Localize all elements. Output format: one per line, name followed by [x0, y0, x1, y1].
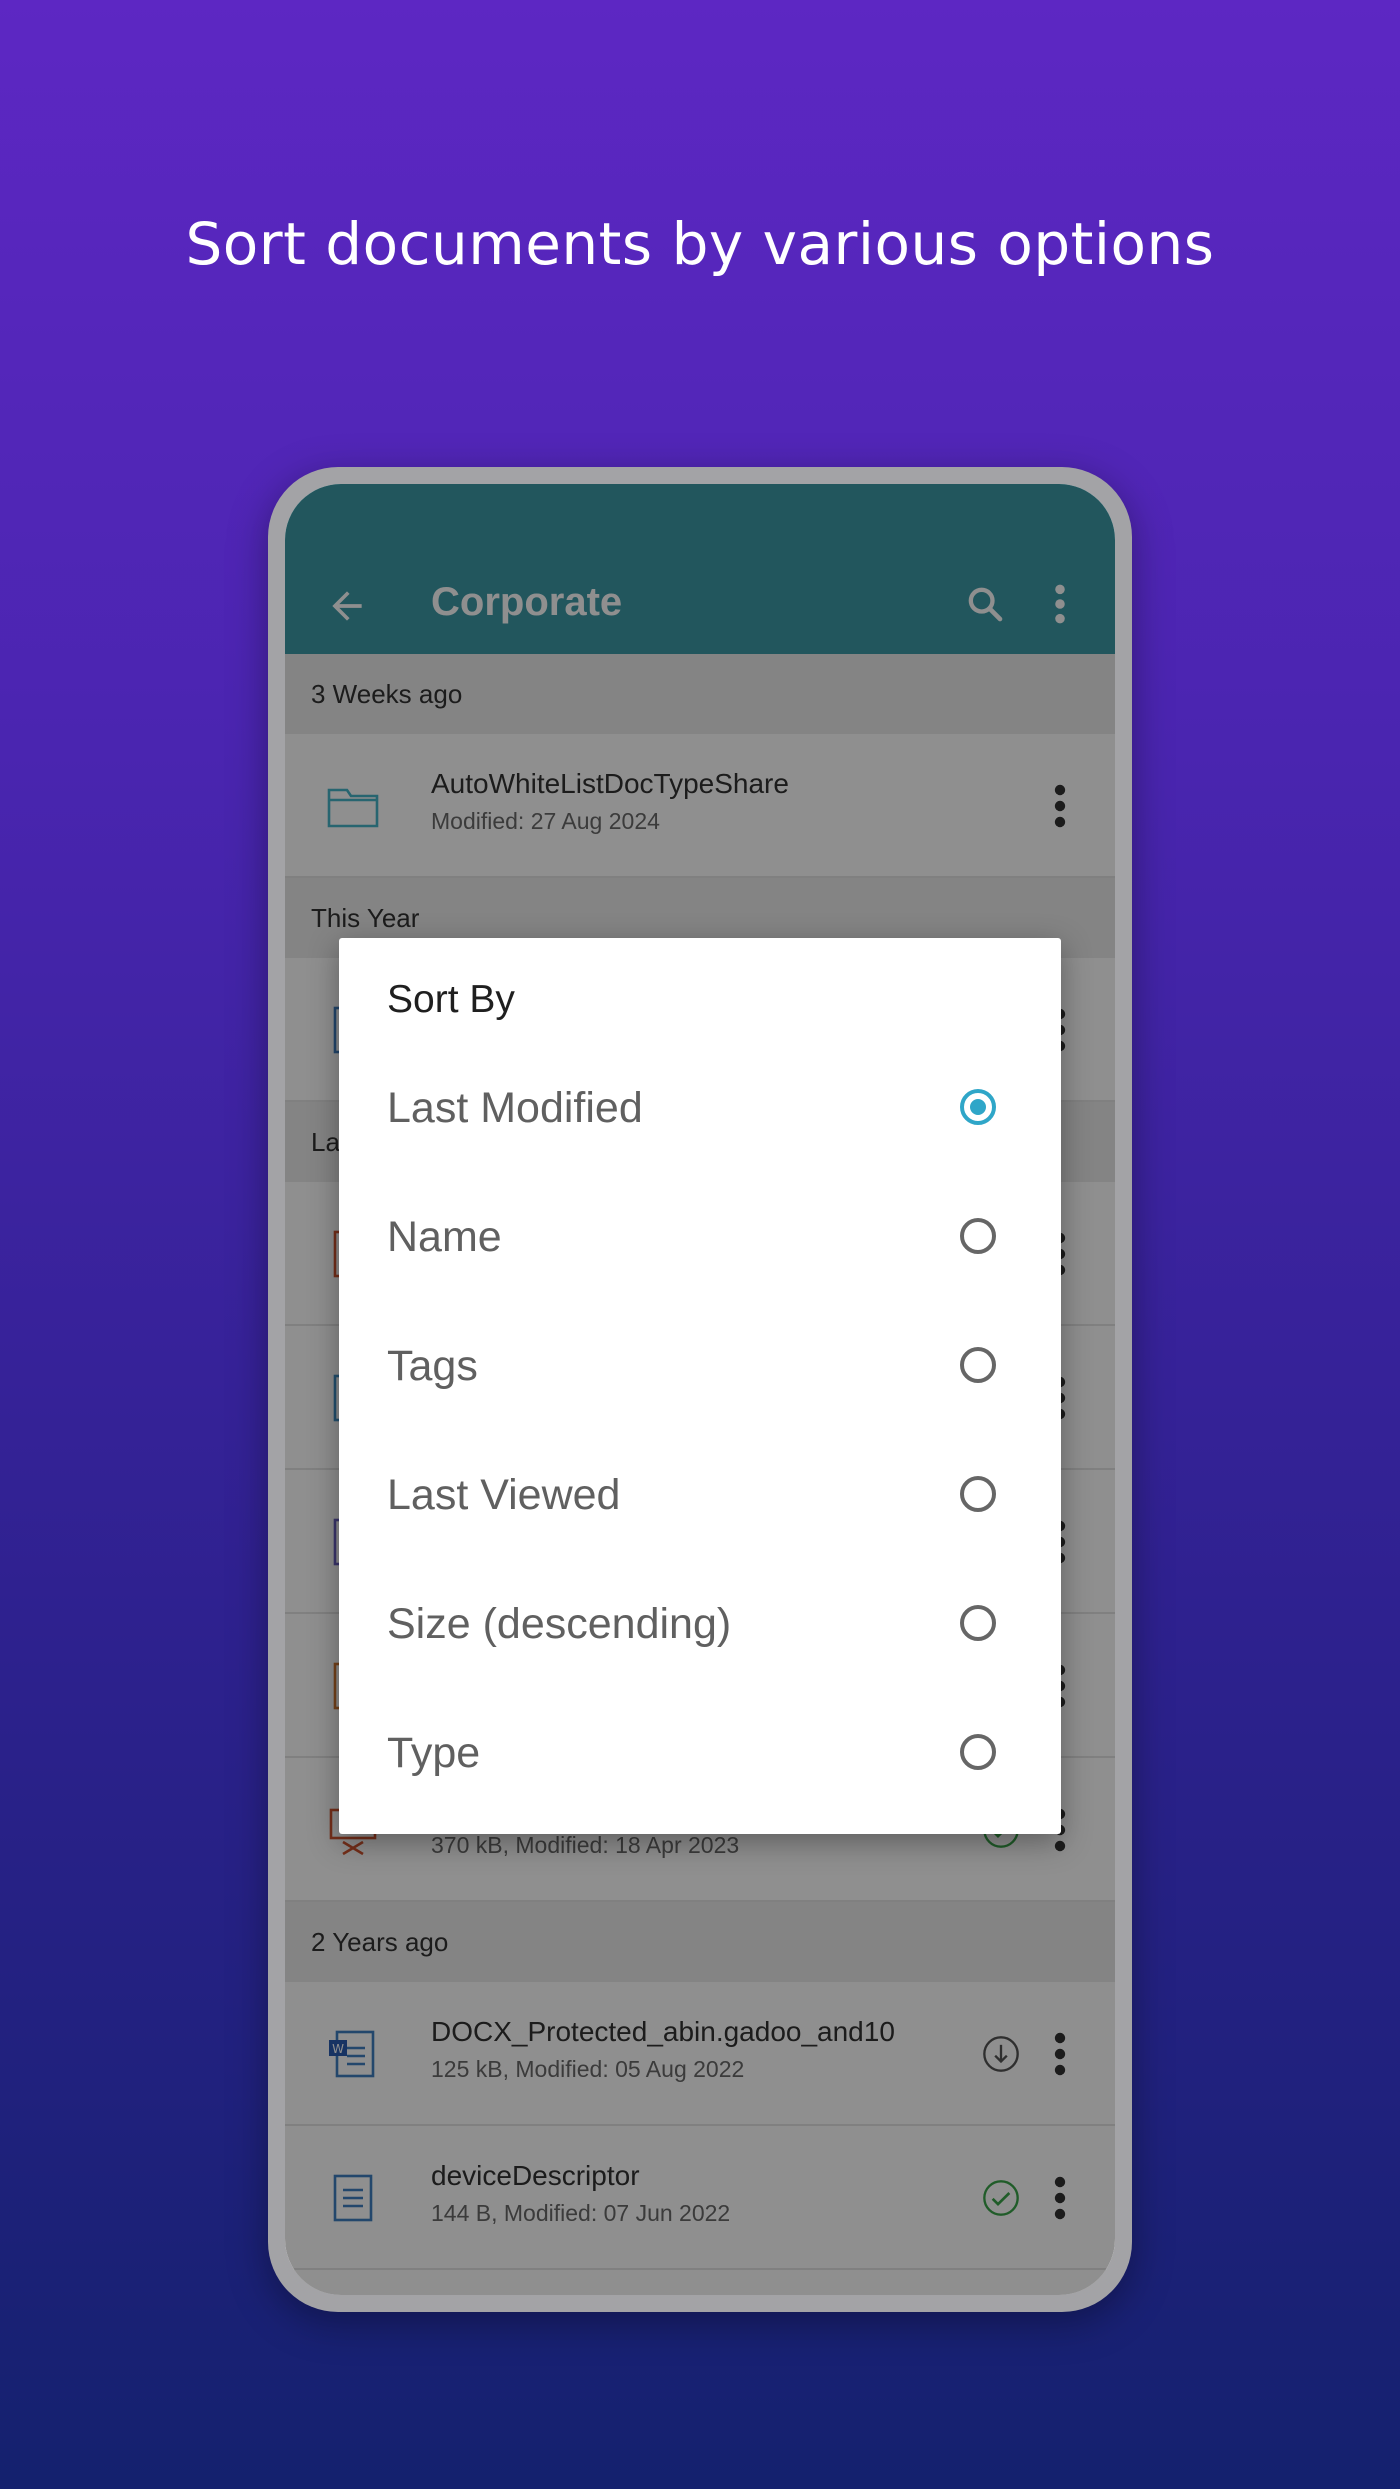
option-label: Last Viewed — [387, 1471, 621, 1519]
promo-headline: Sort documents by various options — [185, 210, 1215, 278]
option-label: Tags — [387, 1342, 478, 1390]
radio-button[interactable] — [960, 1218, 996, 1254]
option-label: Last Modified — [387, 1084, 643, 1132]
option-label: Name — [387, 1213, 502, 1261]
option-label: Size (descending) — [387, 1600, 732, 1648]
sort-option-size[interactable]: Size (descending) — [339, 1562, 1061, 1691]
sort-option-last-modified[interactable]: Last Modified — [339, 1046, 1061, 1175]
radio-button[interactable] — [960, 1734, 996, 1770]
radio-button[interactable] — [960, 1347, 996, 1383]
sort-option-name[interactable]: Name — [339, 1175, 1061, 1304]
dialog-title: Sort By — [387, 978, 515, 1021]
radio-button[interactable] — [960, 1605, 996, 1641]
radio-button[interactable] — [960, 1476, 996, 1512]
sort-by-dialog: Sort By Last Modified Name Tags Last Vie… — [339, 938, 1061, 1834]
sort-option-last-viewed[interactable]: Last Viewed — [339, 1433, 1061, 1562]
option-label: Type — [387, 1729, 481, 1777]
sort-option-type[interactable]: Type — [339, 1691, 1061, 1820]
radio-button-selected[interactable] — [960, 1089, 996, 1125]
sort-option-tags[interactable]: Tags — [339, 1304, 1061, 1433]
